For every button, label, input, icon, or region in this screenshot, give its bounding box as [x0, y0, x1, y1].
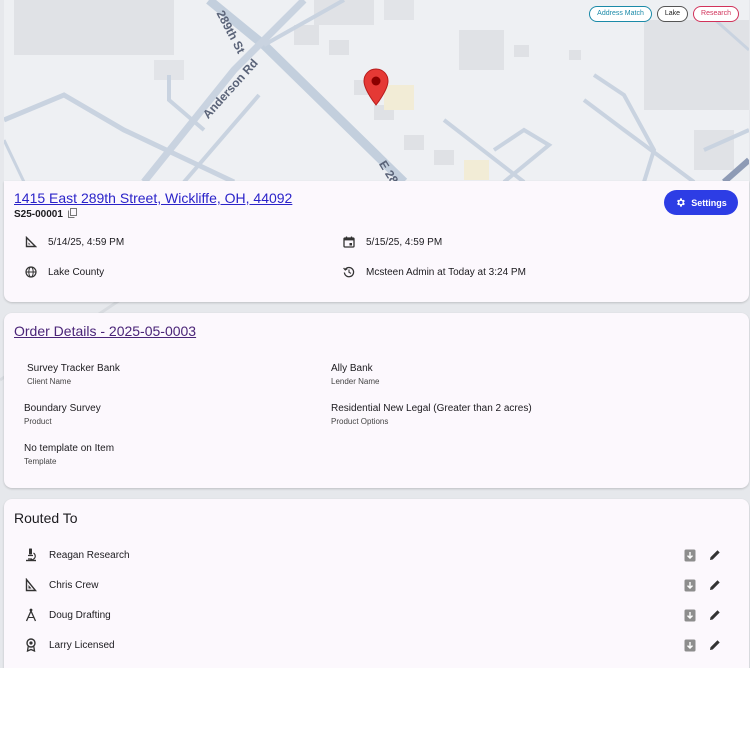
- compass-icon: [25, 608, 37, 622]
- route-name-crew: Chris Crew: [49, 580, 99, 591]
- chip-lake[interactable]: Lake: [656, 6, 689, 22]
- route-name-drafting: Doug Drafting: [49, 610, 111, 621]
- history-icon: [343, 266, 355, 278]
- copy-icon[interactable]: [68, 208, 77, 218]
- routed-to-card: Routed To Reagan Research Chris Crew Dou…: [4, 499, 749, 668]
- tag-chips: Address Match Lake Research: [589, 6, 739, 22]
- download-icon[interactable]: [684, 609, 696, 622]
- edit-icon[interactable]: [709, 579, 721, 591]
- globe-icon: [25, 266, 37, 278]
- set-square-icon: [25, 578, 37, 592]
- route-row-crew: Chris Crew: [4, 576, 749, 596]
- edit-icon[interactable]: [709, 639, 721, 651]
- lender-name-value: Ally Bank: [331, 363, 373, 374]
- client-name-field: Survey Tracker Bank Client Name: [27, 363, 120, 386]
- created-date: 5/14/25, 4:59 PM: [48, 236, 125, 248]
- last-updated: Mcsteen Admin at Today at 3:24 PM: [366, 266, 526, 278]
- product-options-value: Residential New Legal (Greater than 2 ac…: [331, 403, 532, 414]
- map-marker-icon[interactable]: [363, 68, 389, 106]
- microscope-icon: [26, 548, 36, 562]
- product-label: Product: [24, 417, 52, 426]
- route-row-research: Reagan Research: [4, 546, 749, 566]
- calendar-icon: [343, 236, 355, 248]
- template-value: No template on Item: [24, 443, 115, 454]
- due-date-row: 5/15/25, 4:59 PM: [343, 236, 442, 248]
- lender-name-label: Lender Name: [331, 377, 380, 386]
- order-number: S25-00001: [14, 209, 63, 220]
- updated-row: Mcsteen Admin at Today at 3:24 PM: [343, 266, 526, 278]
- routed-to-title: Routed To: [14, 510, 78, 526]
- template-label: Template: [24, 457, 57, 466]
- chip-research[interactable]: Research: [693, 6, 739, 22]
- download-icon[interactable]: [684, 639, 696, 652]
- download-icon[interactable]: [684, 579, 696, 592]
- lender-name-field: Ally Bank Lender Name: [331, 363, 379, 386]
- client-name-label: Client Name: [27, 377, 72, 386]
- template-field: No template on Item Template: [24, 443, 114, 466]
- product-field: Boundary Survey Product: [24, 403, 101, 426]
- county: Lake County: [48, 266, 105, 278]
- page-background: 289th St Anderson Rd E 289 Address Match…: [0, 0, 750, 668]
- property-card: 1415 East 289th Street, Wickliffe, OH, 4…: [4, 181, 749, 302]
- product-options-label: Product Options: [331, 417, 389, 426]
- edit-icon[interactable]: [709, 609, 721, 621]
- settings-label: Settings: [691, 197, 727, 208]
- client-name-value: Survey Tracker Bank: [27, 363, 120, 374]
- settings-button[interactable]: Settings: [664, 190, 738, 215]
- route-name-research: Reagan Research: [49, 550, 130, 561]
- download-icon[interactable]: [684, 549, 696, 562]
- set-square-icon: [25, 236, 37, 248]
- route-name-licensed: Larry Licensed: [49, 640, 115, 651]
- county-row: Lake County: [25, 266, 104, 278]
- chip-address-match[interactable]: Address Match: [589, 6, 652, 22]
- property-address-link[interactable]: 1415 East 289th Street, Wickliffe, OH, 4…: [14, 190, 292, 206]
- route-row-licensed: Larry Licensed: [4, 636, 749, 656]
- order-details-link[interactable]: Order Details - 2025-05-0003: [14, 323, 196, 339]
- product-options-field: Residential New Legal (Greater than 2 ac…: [331, 403, 532, 426]
- order-details-card: Order Details - 2025-05-0003 Survey Trac…: [4, 313, 749, 488]
- map-view[interactable]: 289th St Anderson Rd E 289 Address Match…: [4, 0, 749, 182]
- due-date: 5/15/25, 4:59 PM: [366, 236, 443, 248]
- product-value: Boundary Survey: [24, 403, 101, 414]
- award-icon: [26, 638, 36, 652]
- created-date-row: 5/14/25, 4:59 PM: [25, 236, 124, 248]
- gear-icon: [677, 198, 686, 207]
- edit-icon[interactable]: [709, 549, 721, 561]
- route-row-drafting: Doug Drafting: [4, 606, 749, 626]
